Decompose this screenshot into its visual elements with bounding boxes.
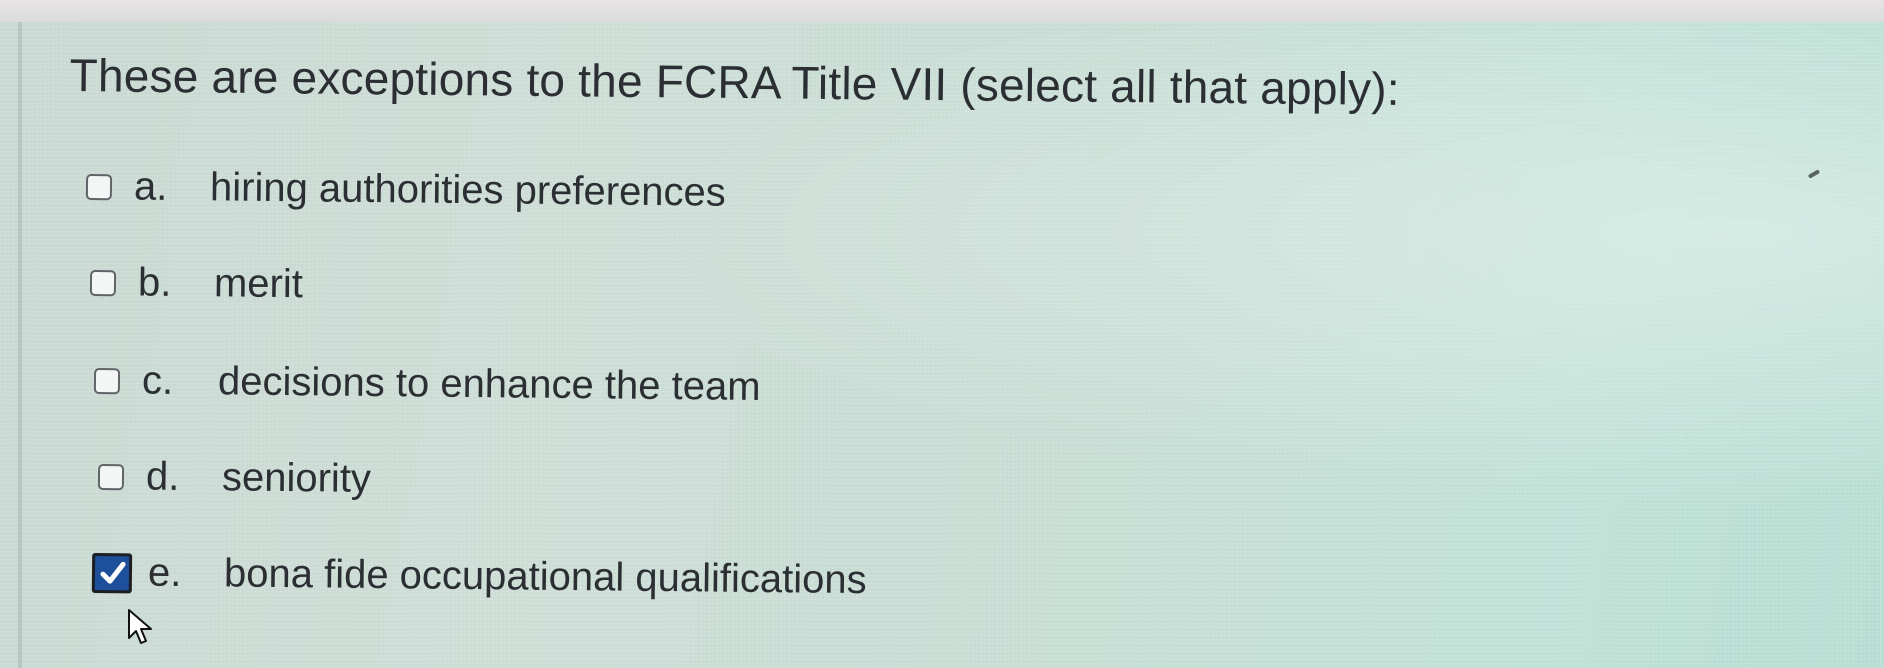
screen-smudge [1807,169,1821,179]
option-a[interactable]: a. hiring authorities preferences [85,164,727,216]
option-a-checkbox[interactable] [85,173,113,200]
option-e[interactable]: e. bona fide occupational qualifications [91,550,867,603]
option-b-checkbox[interactable] [89,269,117,296]
option-e-checkbox[interactable] [91,552,133,593]
option-d[interactable]: d. seniority [97,454,372,502]
option-a-text: hiring authorities preferences [209,165,727,215]
option-b-text: merit [213,261,304,307]
option-c-checkbox[interactable] [93,367,121,394]
option-e-letter: e. [147,550,182,595]
panel-left-border [18,22,22,668]
option-b-letter: b. [137,260,172,305]
option-c-letter: c. [141,358,174,403]
question-text: These are exceptions to the FCRA Title V… [69,48,1401,115]
option-c[interactable]: c. decisions to enhance the team [93,358,761,410]
top-strip [0,0,1884,22]
option-d-text: seniority [221,455,372,501]
question-panel: These are exceptions to the FCRA Title V… [18,22,1884,668]
option-b[interactable]: b. merit [89,260,304,307]
option-d-letter: d. [145,454,180,499]
mouse-pointer-icon [128,609,152,644]
check-icon [100,561,126,584]
option-d-checkbox[interactable] [97,463,125,490]
option-e-text: bona fide occupational qualifications [223,551,867,603]
option-c-text: decisions to enhance the team [217,359,761,409]
option-a-letter: a. [133,164,168,209]
